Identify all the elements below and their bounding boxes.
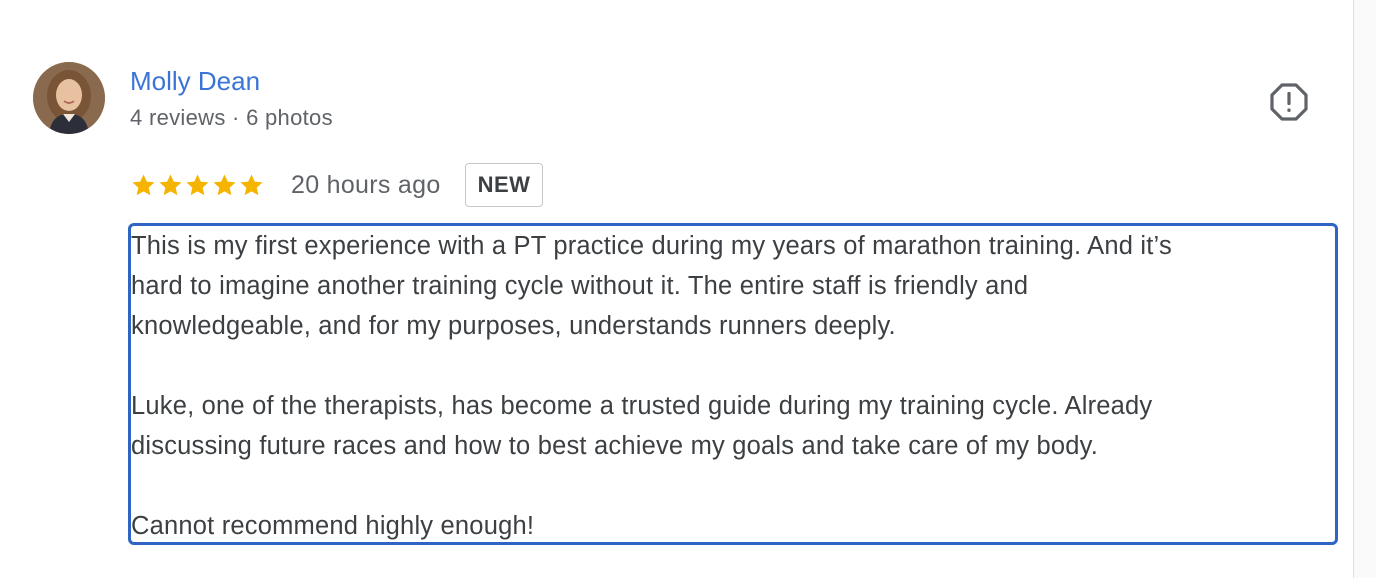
report-flag-icon[interactable] bbox=[1269, 82, 1309, 122]
reviewer-stats: 4 reviews · 6 photos bbox=[130, 105, 333, 130]
review-line: Cannot recommend highly enough! bbox=[131, 512, 535, 540]
star-rating bbox=[130, 172, 265, 199]
avatar-photo bbox=[33, 62, 105, 134]
star-icon bbox=[159, 173, 182, 195]
reviewer-name-link[interactable]: Molly Dean bbox=[130, 64, 260, 98]
review-line: knowledgeable, and for my purposes, unde… bbox=[131, 312, 896, 340]
star-icon bbox=[240, 173, 263, 195]
review-time: 20 hours ago bbox=[291, 170, 441, 199]
reviewer-avatar[interactable] bbox=[33, 62, 105, 134]
review-line: This is my first experience with a PT pr… bbox=[131, 232, 1172, 260]
review-line: Luke, one of the therapists, has become … bbox=[131, 392, 1153, 420]
scrollbar-track[interactable] bbox=[1353, 0, 1376, 578]
review-line: hard to imagine another training cycle w… bbox=[131, 272, 1029, 300]
star-icon bbox=[186, 173, 209, 195]
rating-row: 20 hours ago NEW bbox=[130, 162, 544, 208]
star-icon bbox=[132, 173, 155, 195]
review-text[interactable]: This is my first experience with a PT pr… bbox=[128, 223, 1338, 545]
review-line: discussing future races and how to best … bbox=[131, 432, 1099, 460]
new-badge: NEW bbox=[464, 163, 544, 207]
star-icon bbox=[213, 173, 236, 195]
